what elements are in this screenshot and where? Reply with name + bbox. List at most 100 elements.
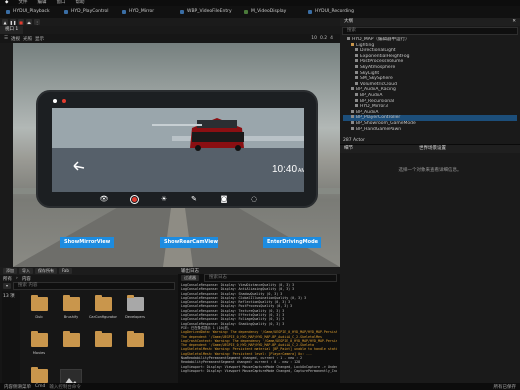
output-log-tabbar: 输出日志 — [178, 267, 340, 274]
cmd-label[interactable]: Cmd — [35, 384, 45, 389]
actor-icon — [351, 87, 354, 91]
content-search-row: ▾ 搜索 内容 — [0, 281, 178, 290]
folder-item[interactable]: Brushify — [56, 295, 86, 327]
tab-hyd-mirror[interactable]: HYD_Mirror — [116, 6, 174, 18]
mic-muted-icon[interactable]: ✎ — [189, 194, 199, 204]
add-button[interactable]: 添加 — [3, 268, 17, 274]
folder-item[interactable] — [120, 331, 150, 363]
folder-item[interactable]: Dub — [24, 295, 54, 327]
show-mirror-view-button[interactable]: ShowMirrorView — [60, 237, 114, 248]
developer-folder-icon — [126, 295, 144, 311]
mirror-controls: 👁 ☀ ✎ ◙ ◌ — [38, 192, 320, 206]
show-rear-cam-view-button[interactable]: ShowRearCamView — [160, 237, 218, 248]
fog-icon — [355, 53, 358, 57]
select-mode-icon[interactable]: ▲ — [2, 19, 8, 25]
game-viewport[interactable]: 10:40AM 👁 ☀ ✎ ◙ ◌ ShowMirrorView ShowRea… — [13, 43, 340, 267]
folder-icon — [62, 295, 80, 311]
tab-wbp-videofileentry[interactable]: WBP_VideoFileEntry — [174, 6, 238, 18]
console-input[interactable]: 输入控制台命令 — [49, 384, 81, 390]
blueprint-icon — [180, 10, 184, 14]
filter-icon[interactable]: ▾ — [3, 282, 12, 289]
lit-button[interactable]: 光照 — [23, 36, 32, 42]
tab-hydui-playback[interactable]: HYDUI_Playback — [0, 6, 58, 18]
content-toolbar: 添加 导入 保存所有 Fab — [0, 267, 178, 275]
log-filter-row: 过滤器 搜索日志 — [178, 274, 340, 282]
status-bar: 内容侧滑菜单 Cmd 输入控制台命令 所有已保存 — [0, 383, 520, 390]
folder-icon — [126, 331, 144, 347]
rear-camera-feed: 10:40AM — [52, 108, 304, 192]
tab-world-settings[interactable]: 世界场景设置 — [419, 145, 446, 153]
item-count: 13 项 — [3, 294, 15, 299]
breadcrumb-all[interactable]: 所有 — [3, 276, 12, 282]
details-panel: 细节 世界场景设置 选择一个对象来查看详细信息。 — [340, 144, 520, 390]
viewport-view-options: ☰ 透视 光照 显示 — [4, 36, 47, 42]
tab-output-log[interactable]: 输出日志 — [181, 268, 199, 274]
light-icon — [355, 48, 358, 52]
brightness-icon[interactable]: ☀ — [159, 194, 169, 204]
hamburger-icon[interactable]: ☰ — [4, 36, 8, 41]
folder-item[interactable] — [88, 331, 118, 363]
folder-item[interactable] — [56, 331, 86, 363]
viewport-options-bar: ☰ 透视 光照 显示 10 0.2 4 — [0, 34, 340, 43]
stop-icon[interactable]: ■ — [18, 19, 24, 25]
gamemode-icon — [351, 120, 354, 124]
pause-icon[interactable]: ❚❚ — [10, 19, 16, 25]
folder-item[interactable]: Developers — [120, 295, 150, 327]
tab-m-videodisplay[interactable]: M_VideoDisplay — [238, 6, 302, 18]
more-icon[interactable]: ⋮ — [34, 19, 40, 25]
import-button[interactable]: 导入 — [19, 268, 33, 274]
folder-item[interactable]: CarConfigurator — [88, 295, 118, 327]
log-filter-button[interactable]: 过滤器 — [181, 275, 199, 281]
light-icon — [355, 70, 358, 74]
folder-icon — [30, 367, 48, 383]
viewport-left-strip — [0, 43, 13, 267]
tab-hydui-recording[interactable]: HYDUI_Recording — [302, 6, 366, 18]
rotation-snap-value[interactable]: 0.2 — [320, 36, 327, 41]
show-button[interactable]: 显示 — [35, 36, 44, 42]
eject-icon[interactable]: ⏏ — [26, 19, 32, 25]
controller-icon — [351, 115, 354, 119]
close-icon[interactable]: ✕ — [512, 18, 516, 26]
asset-tab-bar: HYDUI_Playback HYD_PlayControl HYD_Mirro… — [0, 6, 520, 18]
eye-icon[interactable]: 👁 — [99, 194, 109, 204]
cloud-icon — [355, 81, 358, 85]
progress-track — [152, 124, 202, 126]
folder-item[interactable]: Movies — [24, 331, 54, 363]
log-search-input[interactable]: 搜索日志 — [204, 274, 337, 282]
tab-hyd-playcontrol[interactable]: HYD_PlayControl — [58, 6, 116, 18]
sky-icon — [355, 64, 358, 68]
status-left: 内容侧滑菜单 Cmd 输入控制台命令 — [4, 384, 81, 390]
camera-speed-value[interactable]: 4 — [330, 36, 333, 41]
save-all-button[interactable]: 保存所有 — [35, 268, 57, 274]
details-empty-message: 选择一个对象来查看详细信息。 — [398, 168, 462, 173]
folder-icon — [94, 331, 112, 347]
rear-camera-scene — [52, 108, 304, 192]
tab-viewport-1[interactable]: 视口 1 — [0, 26, 24, 34]
log-warning-line: LogDerivedData: Warning: The dependency … — [181, 330, 337, 335]
outliner-search-input[interactable]: 搜索 — [342, 27, 518, 35]
folder-icon — [30, 331, 48, 347]
log-lines: LogConsoleResponse: Display: ViewDistanc… — [178, 282, 340, 374]
outliner-row[interactable]: BP_HandGamePawn — [343, 126, 517, 133]
content-drawer-button[interactable]: 内容侧滑菜单 — [4, 384, 31, 390]
outliner-title: 大纲 — [344, 19, 353, 24]
tab-details[interactable]: 细节 — [344, 145, 353, 153]
enter-driving-mode-button[interactable]: EnterDrivingMode — [263, 237, 321, 248]
fab-button[interactable]: Fab — [59, 268, 72, 274]
main-toolbar: ▲ ❚❚ ■ ⏏ ⋮ — [0, 18, 340, 26]
perspective-button[interactable]: 透视 — [11, 36, 20, 42]
actor-icon — [355, 92, 358, 96]
recording-dot-icon — [62, 99, 66, 103]
camera-icon[interactable]: ◙ — [219, 194, 229, 204]
outliner-actor-count: 287 Actor — [343, 138, 365, 143]
lock-icon[interactable]: ◌ — [249, 194, 259, 204]
outliner-tree: HYD_MAP（编辑器中运行） Lighting DirectionalLigh… — [340, 36, 520, 133]
blueprint-icon — [122, 10, 126, 14]
grid-snap-value[interactable]: 10 — [311, 36, 317, 41]
content-search-input[interactable]: 搜索 内容 — [13, 281, 175, 290]
material-icon — [244, 10, 248, 14]
actor-icon — [355, 104, 358, 108]
blueprint-icon — [64, 10, 68, 14]
record-button[interactable] — [129, 194, 139, 204]
output-log-panel: 输出日志 过滤器 搜索日志 LogConsoleResponse: Displa… — [178, 267, 340, 390]
